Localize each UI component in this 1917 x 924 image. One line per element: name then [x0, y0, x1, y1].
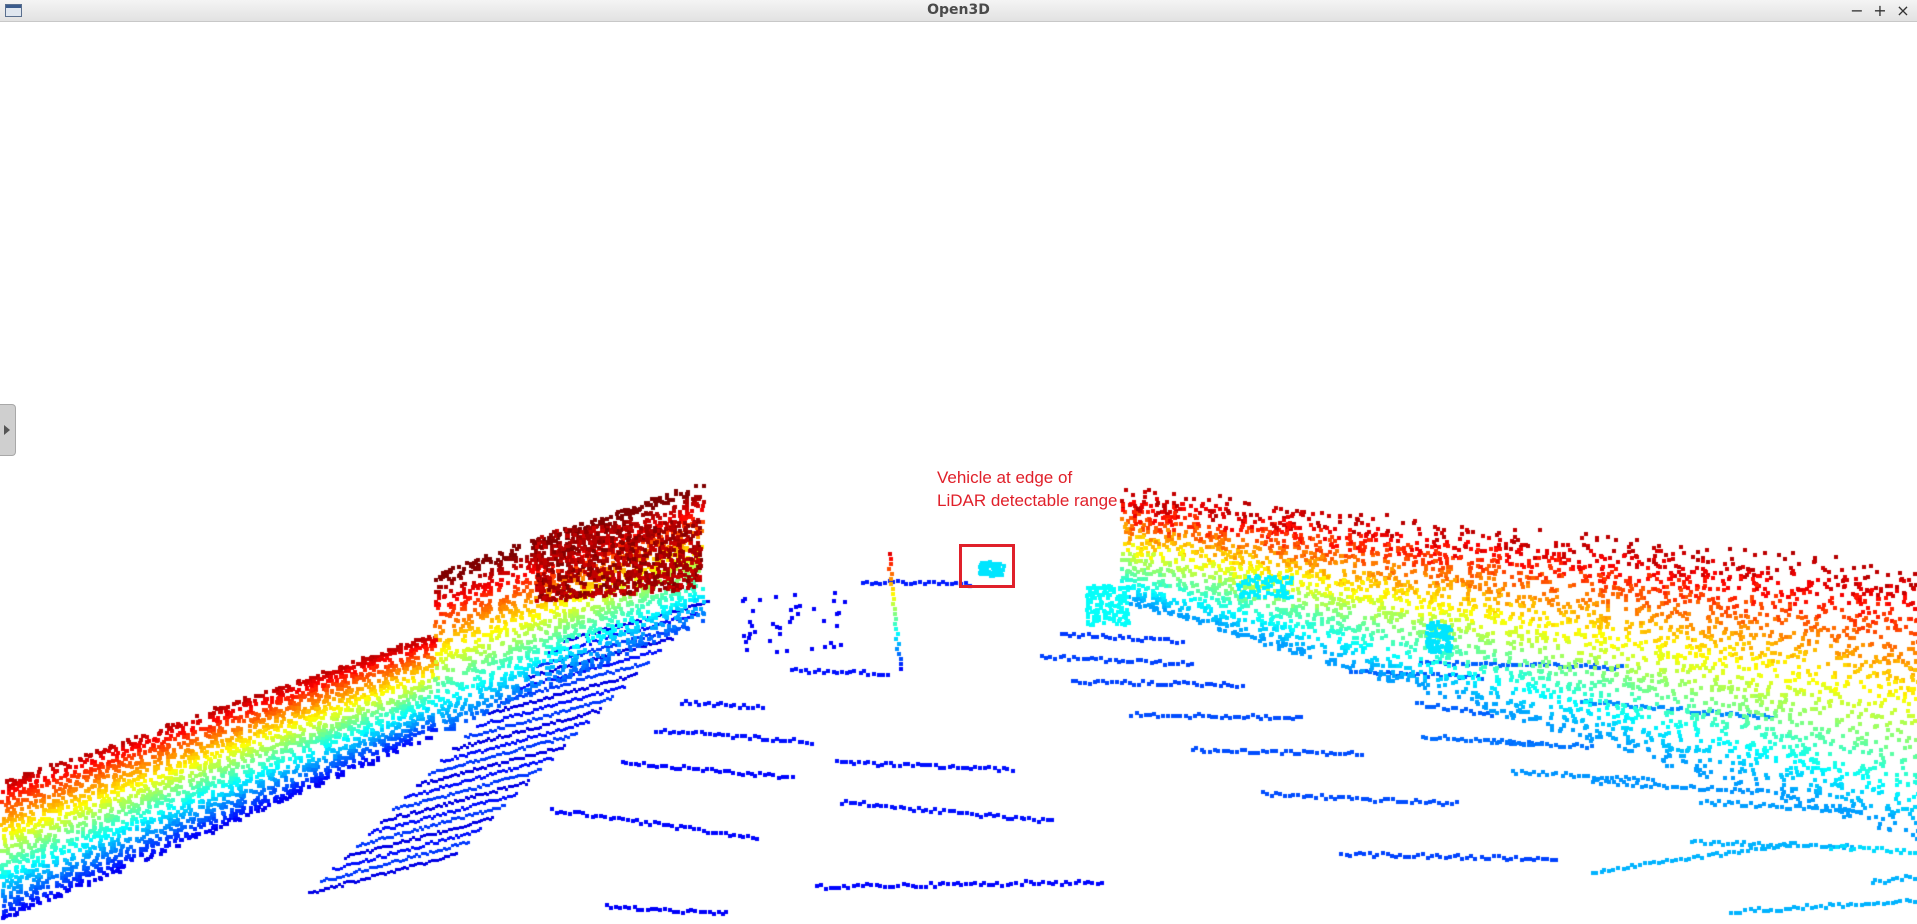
side-panel-toggle[interactable] — [0, 404, 16, 456]
annotation-line-1: Vehicle at edge of — [937, 468, 1073, 487]
maximize-button[interactable]: + — [1870, 1, 1890, 21]
minimize-button[interactable]: − — [1847, 1, 1867, 21]
annotation-line-2: LiDAR detectable range — [937, 491, 1118, 510]
annotation-label: Vehicle at edge of LiDAR detectable rang… — [937, 466, 1118, 512]
close-button[interactable]: × — [1893, 1, 1913, 21]
vehicle-highlight-box — [959, 544, 1015, 588]
panel-expand-arrow-icon — [4, 425, 10, 435]
window-title: Open3D — [927, 2, 990, 18]
title-bar: Open3D − + × — [0, 0, 1917, 22]
